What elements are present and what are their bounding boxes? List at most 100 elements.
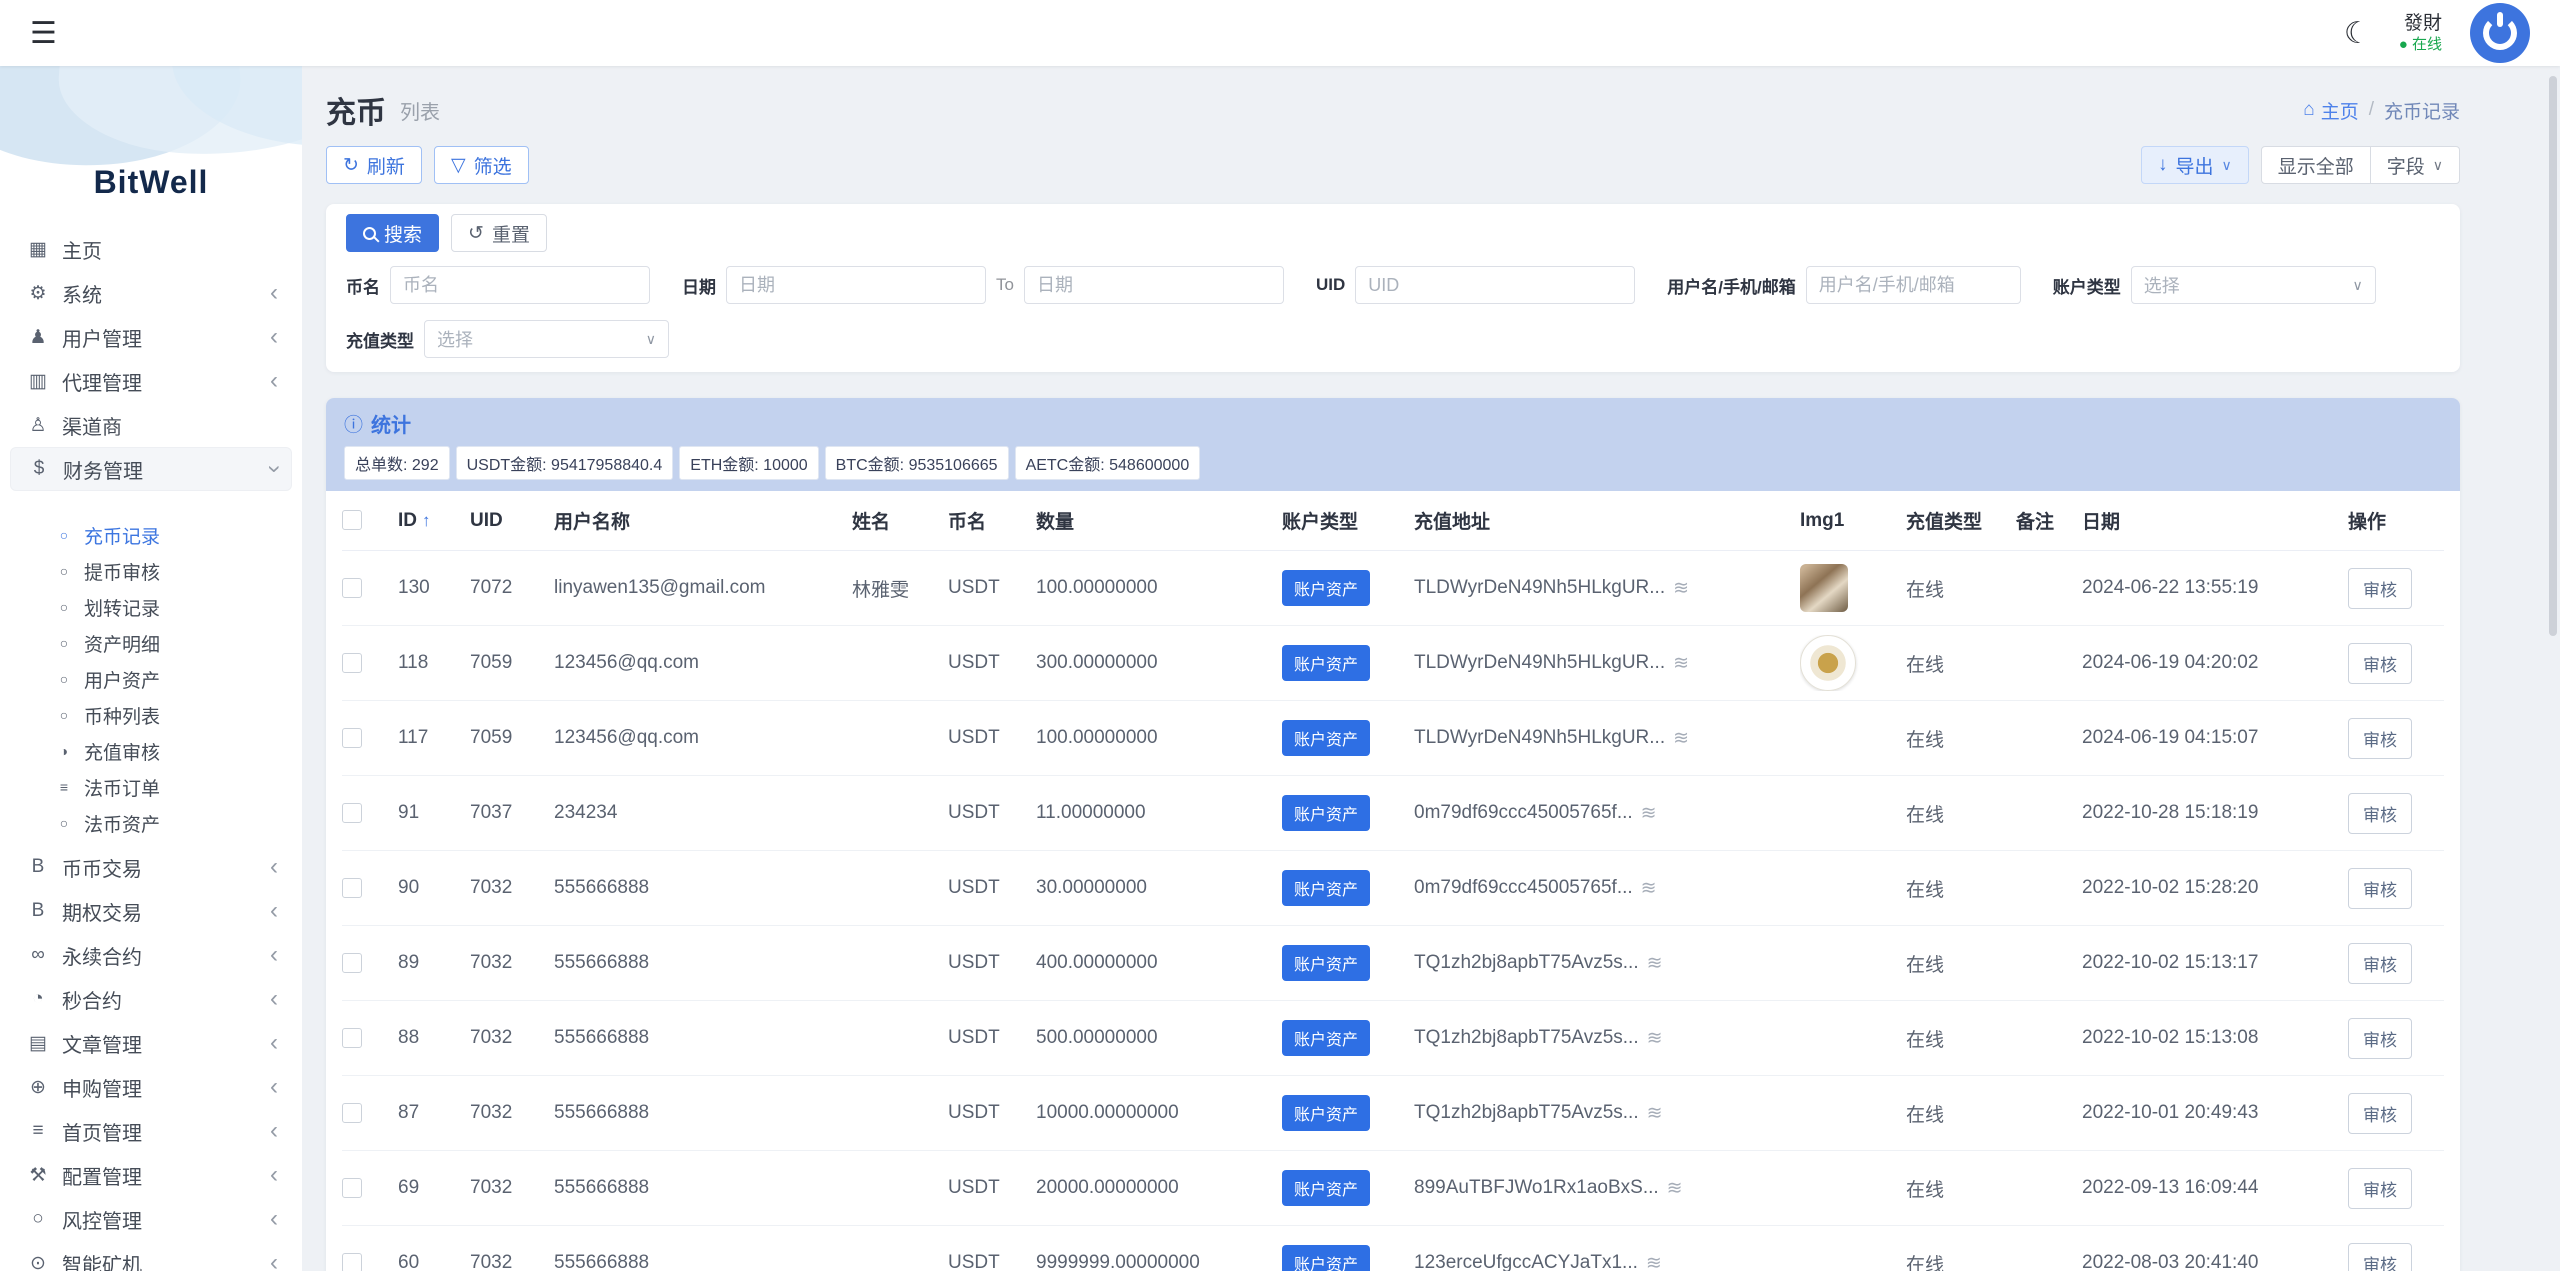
recharge-type-select[interactable]: 选择 ∨: [424, 320, 669, 358]
row-checkbox[interactable]: [342, 728, 362, 748]
attachment-image[interactable]: [1800, 635, 1856, 691]
column-header[interactable]: ID↑: [398, 510, 470, 532]
column-header[interactable]: 操作: [2348, 507, 2444, 534]
sidebar-item[interactable]: B 期权交易 ‹: [10, 889, 292, 933]
row-checkbox[interactable]: [342, 1178, 362, 1198]
sidebar-subitem[interactable]: ○ 充币记录: [10, 517, 292, 553]
audit-button[interactable]: 审核: [2348, 568, 2412, 609]
sidebar-item[interactable]: ♙ 渠道商: [10, 403, 292, 447]
column-header[interactable]: 备注: [2016, 507, 2082, 534]
sidebar-item[interactable]: ≡ 首页管理 ‹: [10, 1109, 292, 1153]
breadcrumb-current[interactable]: 充币记录: [2384, 97, 2460, 124]
dark-mode-icon[interactable]: ☾: [2344, 16, 2371, 51]
sidebar-subitem[interactable]: ○ 提币审核: [10, 553, 292, 589]
copy-icon[interactable]: ≋: [1667, 1177, 1683, 1200]
select-all-checkbox[interactable]: [342, 510, 362, 530]
sidebar-item[interactable]: ▤ 文章管理 ‹: [10, 1021, 292, 1065]
row-checkbox[interactable]: [342, 1103, 362, 1123]
row-checkbox[interactable]: [342, 803, 362, 823]
risk-icon: ○: [24, 1208, 52, 1230]
sidebar-item[interactable]: ⚙ 系统 ‹: [10, 271, 292, 315]
date-label: 日期: [682, 273, 716, 298]
sort-asc-icon[interactable]: ↑: [422, 511, 431, 530]
cell-date: 2022-08-03 20:41:40: [2082, 1252, 2348, 1271]
copy-icon[interactable]: ≋: [1673, 652, 1689, 675]
column-header[interactable]: 账户类型: [1282, 507, 1414, 534]
toolbar: ↻ 刷新 ▽ 筛选 ↓ 导出 ∨ 显示全部 字段 ∨: [326, 146, 2460, 184]
row-checkbox[interactable]: [342, 1253, 362, 1271]
coin-input[interactable]: [390, 266, 650, 304]
row-checkbox[interactable]: [342, 653, 362, 673]
column-header[interactable]: 用户名称: [554, 507, 852, 534]
show-all-button[interactable]: 显示全部: [2261, 146, 2371, 184]
sidebar-item[interactable]: ⚒ 配置管理 ‹: [10, 1153, 292, 1197]
uid-input[interactable]: [1355, 266, 1635, 304]
copy-icon[interactable]: ≋: [1647, 1027, 1663, 1050]
copy-icon[interactable]: ≋: [1641, 802, 1657, 825]
audit-button[interactable]: 审核: [2348, 718, 2412, 759]
filter-button[interactable]: ▽ 筛选: [434, 146, 529, 184]
sidebar-item[interactable]: B 币币交易 ‹: [10, 845, 292, 889]
refresh-button[interactable]: ↻ 刷新: [326, 146, 422, 184]
audit-button[interactable]: 审核: [2348, 943, 2412, 984]
copy-icon[interactable]: ≋: [1647, 952, 1663, 975]
copy-icon[interactable]: ≋: [1641, 877, 1657, 900]
sidebar-subitem[interactable]: ≡ 法币订单: [10, 769, 292, 805]
breadcrumb-home[interactable]: ⌂ 主页: [2303, 97, 2359, 124]
audit-button[interactable]: 审核: [2348, 1168, 2412, 1209]
sidebar-subitem[interactable]: ○ 用户资产: [10, 661, 292, 697]
column-header[interactable]: UID: [470, 510, 554, 532]
user-name: 發財: [2399, 12, 2442, 36]
account-type-select[interactable]: 选择 ∨: [2131, 266, 2376, 304]
column-header[interactable]: 币名: [948, 507, 1036, 534]
copy-icon[interactable]: ≋: [1673, 727, 1689, 750]
audit-button[interactable]: 审核: [2348, 1243, 2412, 1271]
sidebar-subitem[interactable]: ○ 法币资产: [10, 805, 292, 841]
date-from-input[interactable]: [726, 266, 986, 304]
sidebar-item[interactable]: $ 财务管理 ‹: [10, 447, 292, 491]
column-header[interactable]: 充值类型: [1906, 507, 2016, 534]
column-header[interactable]: 姓名: [852, 507, 948, 534]
row-checkbox[interactable]: [342, 953, 362, 973]
audit-button[interactable]: 审核: [2348, 1018, 2412, 1059]
copy-icon[interactable]: ≋: [1646, 1252, 1662, 1271]
sidebar-subitem[interactable]: ○ 划转记录: [10, 589, 292, 625]
column-header[interactable]: Img1: [1800, 510, 1906, 532]
row-checkbox[interactable]: [342, 578, 362, 598]
row-checkbox[interactable]: [342, 1028, 362, 1048]
copy-icon[interactable]: ≋: [1647, 1102, 1663, 1125]
cell-date: 2024-06-19 04:20:02: [2082, 652, 2348, 674]
audit-button[interactable]: 审核: [2348, 793, 2412, 834]
attachment-image[interactable]: [1800, 564, 1848, 612]
column-header[interactable]: 数量: [1036, 507, 1282, 534]
fields-button[interactable]: 字段 ∨: [2371, 146, 2460, 184]
sidebar-item[interactable]: ⊕ 申购管理 ‹: [10, 1065, 292, 1109]
export-button[interactable]: ↓ 导出 ∨: [2141, 146, 2249, 184]
audit-button[interactable]: 审核: [2348, 643, 2412, 684]
sidebar-item-label: 期权交易: [62, 897, 142, 926]
avatar[interactable]: [2470, 3, 2530, 63]
reset-button[interactable]: ↺ 重置: [451, 214, 547, 252]
column-header[interactable]: 充值地址: [1414, 507, 1800, 534]
sidebar-item[interactable]: ▦ 主页: [10, 227, 292, 271]
cell-id: 69: [398, 1177, 470, 1199]
page-scrollbar[interactable]: [2549, 76, 2557, 636]
sidebar-item[interactable]: ○ 风控管理 ‹: [10, 1197, 292, 1241]
audit-button[interactable]: 审核: [2348, 1093, 2412, 1134]
sidebar-item[interactable]: ◔ 秒合约 ‹: [10, 977, 292, 1021]
sidebar-item[interactable]: ▥ 代理管理 ‹: [10, 359, 292, 403]
date-to-input[interactable]: [1024, 266, 1284, 304]
audit-button[interactable]: 审核: [2348, 868, 2412, 909]
user-input[interactable]: [1806, 266, 2021, 304]
column-header[interactable]: 日期: [2082, 507, 2348, 534]
hamburger-icon[interactable]: ☰: [30, 16, 57, 51]
copy-icon[interactable]: ≋: [1673, 577, 1689, 600]
search-button[interactable]: 搜索: [346, 214, 439, 252]
sidebar-item[interactable]: ⊙ 智能矿机 ‹: [10, 1241, 292, 1271]
sidebar-subitem[interactable]: ○ 资产明细: [10, 625, 292, 661]
sidebar-subitem[interactable]: ◑ 充值审核: [10, 733, 292, 769]
row-checkbox[interactable]: [342, 878, 362, 898]
sidebar-item[interactable]: ∞ 永续合约 ‹: [10, 933, 292, 977]
sidebar-subitem[interactable]: ○ 币种列表: [10, 697, 292, 733]
sidebar-item[interactable]: ♟ 用户管理 ‹: [10, 315, 292, 359]
